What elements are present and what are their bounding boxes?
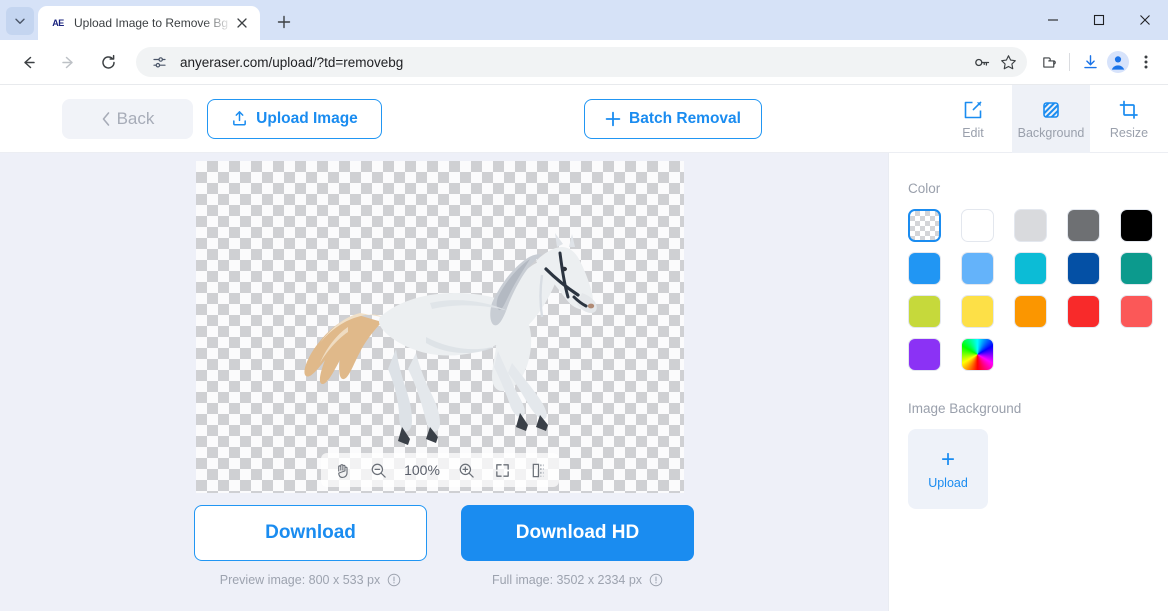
upload-image-button[interactable]: Upload Image <box>207 98 382 139</box>
edit-pencil-icon <box>964 101 982 118</box>
color-swatch-custom-picker[interactable] <box>961 338 994 371</box>
minimize-button[interactable] <box>1030 0 1076 40</box>
star-icon[interactable] <box>997 51 1019 73</box>
color-swatch-lime[interactable] <box>908 295 941 328</box>
color-swatch-navy-blue[interactable] <box>1067 252 1100 285</box>
download-hd-group: Download HD Full image: 3502 x 2334 px <box>461 505 694 587</box>
color-swatch-coral-red[interactable] <box>1120 295 1153 328</box>
zoom-out-icon[interactable] <box>367 459 389 481</box>
color-swatch-dark-gray[interactable] <box>1067 209 1100 242</box>
color-swatch-transparent[interactable] <box>908 209 941 242</box>
batch-removal-button[interactable]: Batch Removal <box>584 98 762 139</box>
download-hd-button-label: Download HD <box>515 522 640 543</box>
compare-split-icon[interactable] <box>527 459 549 481</box>
preview-size-text: Preview image: 800 x 533 px <box>219 573 381 587</box>
color-swatch-grid <box>908 209 1168 371</box>
download-button[interactable]: Download <box>194 505 427 561</box>
color-swatch-purple[interactable] <box>908 338 941 371</box>
tab-title: Upload Image to Remove Bg in <box>74 16 232 30</box>
mode-tabs: Edit Background Resize <box>934 85 1168 153</box>
color-swatch-sky-blue[interactable] <box>961 252 994 285</box>
plus-icon <box>605 111 621 126</box>
browser-tab[interactable]: AE Upload Image to Remove Bg in <box>38 6 260 40</box>
expand-icon[interactable] <box>491 459 513 481</box>
browser-tab-bar: AE Upload Image to Remove Bg in <box>0 0 1168 40</box>
plus-icon: + <box>940 446 955 473</box>
download-preview-group: Download Preview image: 800 x 533 px <box>194 505 427 587</box>
back-button-label: Back <box>116 108 155 128</box>
image-canvas[interactable]: 100% <box>196 161 684 493</box>
canvas-area: 100% Download Preview image: 800 x 533 p… <box>0 153 888 611</box>
image-viewer-toolbar: 100% <box>321 453 559 487</box>
address-bar[interactable]: anyeraser.com/upload/?td=removebg <box>136 47 1027 77</box>
tab-background-label: Background <box>1017 125 1085 140</box>
chevron-left-icon <box>102 111 109 126</box>
maximize-button[interactable] <box>1076 0 1122 40</box>
upload-background-label: Upload <box>928 476 968 490</box>
color-swatch-red[interactable] <box>1067 295 1100 328</box>
color-swatch-teal[interactable] <box>1120 252 1153 285</box>
result-image <box>196 161 684 493</box>
tab-edit-label: Edit <box>962 125 984 140</box>
color-swatch-orange[interactable] <box>1014 295 1047 328</box>
new-tab-button[interactable] <box>270 8 298 36</box>
site-settings-icon[interactable] <box>148 51 170 73</box>
upload-image-label: Upload Image <box>256 109 358 127</box>
color-swatch-white[interactable] <box>961 209 994 242</box>
back-button[interactable]: Back <box>62 98 193 139</box>
download-preview-caption: Preview image: 800 x 533 px <box>220 573 402 587</box>
menu-kebab-icon[interactable] <box>1132 48 1160 76</box>
color-swatch-cyan[interactable] <box>1014 252 1047 285</box>
workspace: 100% Download Preview image: 800 x 533 p… <box>0 153 1168 611</box>
tab-resize-label: Resize <box>1109 125 1149 140</box>
color-section-label: Color <box>908 181 941 196</box>
full-size-text: Full image: 3502 x 2334 px <box>491 573 643 587</box>
reload-icon[interactable] <box>92 46 124 78</box>
color-swatch-yellow[interactable] <box>961 295 994 328</box>
crop-icon <box>1119 100 1138 119</box>
upload-icon <box>233 111 247 126</box>
url-text: anyeraser.com/upload/?td=removebg <box>180 54 404 70</box>
app-header: Back Upload Image Batch Removal Edit Bac… <box>0 85 1168 222</box>
download-hd-caption: Full image: 3502 x 2334 px <box>492 573 663 587</box>
close-window-button[interactable] <box>1122 0 1168 40</box>
download-button-label: Download <box>265 522 356 543</box>
zoom-in-icon[interactable] <box>455 459 477 481</box>
zoom-level-label[interactable]: 100% <box>403 462 441 478</box>
image-background-label: Image Background <box>908 401 1022 416</box>
upload-background-button[interactable]: + Upload <box>908 429 988 509</box>
download-hd-button[interactable]: Download HD <box>461 505 694 561</box>
profile-icon[interactable] <box>1104 48 1132 76</box>
color-swatch-black[interactable] <box>1120 209 1153 242</box>
toolbar-divider <box>1069 53 1070 71</box>
info-circle-icon[interactable] <box>387 573 401 587</box>
batch-removal-label: Batch Removal <box>629 109 741 127</box>
download-row: Download Preview image: 800 x 533 px Dow… <box>0 505 888 587</box>
horse-image <box>304 233 597 445</box>
browser-toolbar: anyeraser.com/upload/?td=removebg <box>0 40 1168 85</box>
background-sidebar: Color Image Background + Upload Rate thi… <box>888 153 1168 611</box>
info-circle-icon-hd[interactable] <box>649 573 663 587</box>
tab-search-button[interactable] <box>6 7 34 35</box>
back-arrow-icon[interactable] <box>12 46 44 78</box>
downloads-icon[interactable] <box>1076 48 1104 76</box>
background-hatch-icon <box>1043 101 1059 118</box>
hand-icon[interactable] <box>331 459 353 481</box>
tab-resize[interactable]: Resize <box>1090 85 1168 153</box>
tab-background[interactable]: Background <box>1012 85 1090 153</box>
key-icon[interactable] <box>971 51 993 73</box>
color-swatch-bright-blue[interactable] <box>908 252 941 285</box>
tab-favicon: AE <box>52 18 64 28</box>
extensions-icon[interactable] <box>1035 48 1063 76</box>
tab-close-icon[interactable] <box>232 13 252 33</box>
forward-arrow-icon[interactable] <box>52 46 84 78</box>
tab-edit[interactable]: Edit <box>934 85 1012 153</box>
window-controls <box>1030 0 1168 40</box>
color-swatch-light-gray[interactable] <box>1014 209 1047 242</box>
